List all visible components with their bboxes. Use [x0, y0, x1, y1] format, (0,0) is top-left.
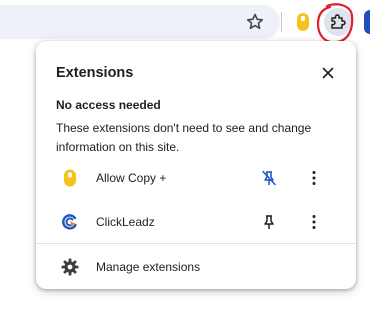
- section-description: These extensions don't need to see and c…: [56, 121, 312, 154]
- more-vertical-icon[interactable]: [304, 168, 324, 188]
- section-heading: No access needed: [56, 98, 161, 112]
- browser-window: Extensions No access needed These extens…: [0, 0, 370, 309]
- manage-extensions-button[interactable]: Manage extensions: [36, 253, 356, 281]
- browser-toolbar: [0, 0, 370, 44]
- manage-extensions-label: Manage extensions: [96, 260, 201, 274]
- address-bar[interactable]: [0, 5, 280, 39]
- extension-name: Allow Copy +: [96, 171, 167, 185]
- pin-icon[interactable]: [259, 212, 279, 232]
- close-icon[interactable]: [318, 63, 338, 83]
- allow-copy-toolbar-icon[interactable]: [295, 11, 311, 33]
- extension-row-allow-copy[interactable]: Allow Copy +: [36, 162, 356, 194]
- bookmark-star-icon[interactable]: [243, 10, 267, 34]
- allow-copy-icon: [60, 168, 80, 188]
- toolbar-divider: [281, 12, 282, 32]
- popup-title: Extensions: [56, 65, 134, 81]
- unpinned-icon[interactable]: [259, 168, 279, 188]
- extension-row-clickleadz[interactable]: ClickLeadz: [36, 206, 356, 238]
- extensions-popup: Extensions No access needed These extens…: [36, 41, 356, 289]
- extensions-puzzle-icon[interactable]: [324, 8, 352, 36]
- more-vertical-icon[interactable]: [304, 212, 324, 232]
- extension-name: ClickLeadz: [96, 215, 155, 229]
- clickleadz-icon: [60, 212, 80, 232]
- gear-icon: [60, 257, 80, 277]
- popup-divider: [36, 243, 356, 244]
- profile-button[interactable]: [364, 10, 370, 34]
